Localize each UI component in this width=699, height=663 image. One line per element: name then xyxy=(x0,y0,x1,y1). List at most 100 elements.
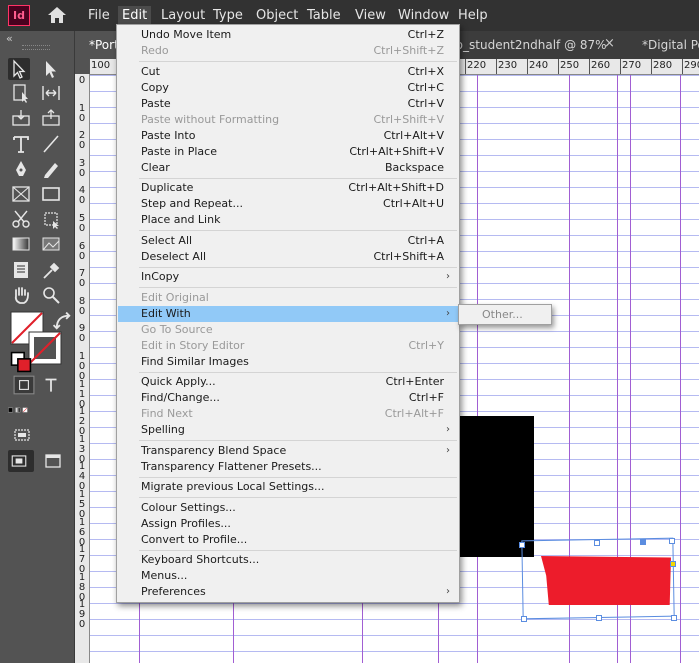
apply-color-buttons[interactable] xyxy=(8,399,70,413)
gradient-swatch-tool-icon[interactable] xyxy=(10,233,32,255)
menu-item-colour-settings[interactable]: Colour Settings... xyxy=(118,500,458,516)
zoom-tool-icon[interactable] xyxy=(40,284,62,306)
menu-table[interactable]: Table xyxy=(303,6,345,25)
content-collector-icon[interactable] xyxy=(10,107,32,129)
page-tool-icon[interactable] xyxy=(10,82,32,104)
menu-item-paste[interactable]: Paste Ctrl+V xyxy=(118,96,458,112)
eyedropper-tool-icon[interactable] xyxy=(40,259,62,281)
menu-edit[interactable]: Edit xyxy=(118,6,152,25)
menu-item-deselect-all[interactable]: Deselect All Ctrl+Shift+A xyxy=(118,249,458,265)
collapse-panel-icon[interactable]: « xyxy=(6,32,13,45)
selection-handle[interactable] xyxy=(670,561,676,567)
content-placer-icon[interactable] xyxy=(40,107,62,129)
selection-handle[interactable] xyxy=(519,542,525,548)
menu-object[interactable]: Object xyxy=(252,6,302,25)
tab-portfolio-student[interactable]: lio_student2ndhalf @ 87% xyxy=(447,31,611,59)
submenu-item-other[interactable]: Other... xyxy=(463,307,547,322)
hand-tool-icon[interactable] xyxy=(10,284,32,306)
menu-window[interactable]: Window xyxy=(394,6,453,25)
menu-item-label: Clear xyxy=(141,160,170,174)
menu-item-find-change[interactable]: Find/Change... Ctrl+F xyxy=(118,390,458,406)
panel-grip[interactable] xyxy=(22,45,50,50)
menu-item-shortcut: Ctrl+F xyxy=(408,391,444,404)
home-icon[interactable] xyxy=(45,4,69,26)
selection-handle[interactable] xyxy=(596,615,602,621)
menu-item-copy[interactable]: Copy Ctrl+C xyxy=(118,80,458,96)
selection-handle[interactable] xyxy=(640,539,646,545)
menu-item-find-similar-images[interactable]: Find Similar Images xyxy=(118,354,458,370)
menu-item-assign-profiles[interactable]: Assign Profiles... xyxy=(118,516,458,532)
pen-tool-icon[interactable] xyxy=(10,158,32,180)
rectangle-tool-icon[interactable] xyxy=(40,183,62,205)
menu-item-go-to-source[interactable]: Go To Source xyxy=(118,322,458,338)
direct-selection-tool-icon[interactable] xyxy=(40,58,62,80)
menu-item-undo-move-item[interactable]: Undo Move Item Ctrl+Z xyxy=(118,27,458,43)
menu-type[interactable]: Type xyxy=(209,6,247,25)
menu-file[interactable]: File xyxy=(84,6,114,25)
menu-view[interactable]: View xyxy=(351,6,390,25)
menu-separator xyxy=(139,266,457,268)
menu-item-transparency-flattener-presets[interactable]: Transparency Flattener Presets... xyxy=(118,459,458,475)
vertical-ruler-label: 1 6 0 xyxy=(78,516,86,548)
formatting-container-icon[interactable] xyxy=(13,374,35,395)
menu-item-paste-into[interactable]: Paste Into Ctrl+Alt+V xyxy=(118,128,458,144)
selection-handle[interactable] xyxy=(521,616,527,622)
menu-item-edit-in-story-editor[interactable]: Edit in Story Editor Ctrl+Y xyxy=(118,338,458,354)
stroke-swatch[interactable] xyxy=(28,331,62,365)
menu-layout[interactable]: Layout xyxy=(157,6,209,25)
screen-mode-icon[interactable] xyxy=(12,424,34,442)
menu-item-preferences[interactable]: Preferences › xyxy=(118,584,458,600)
rectangle-frame-tool-icon[interactable] xyxy=(10,183,32,205)
gap-tool-icon[interactable] xyxy=(40,82,62,104)
default-fill-stroke-icon[interactable] xyxy=(10,351,32,373)
free-transform-tool-icon[interactable] xyxy=(40,208,62,230)
tab-digital[interactable]: *Digital Po xyxy=(630,31,699,59)
menu-item-clear[interactable]: Clear Backspace xyxy=(118,160,458,176)
menu-item-redo[interactable]: Redo Ctrl+Shift+Z xyxy=(118,43,458,59)
formatting-text-icon[interactable] xyxy=(40,374,60,392)
menu-item-paste-in-place[interactable]: Paste in Place Ctrl+Alt+Shift+V xyxy=(118,144,458,160)
selection-tool-icon[interactable] xyxy=(8,58,30,80)
menu-item-incopy[interactable]: InCopy › xyxy=(118,269,458,285)
menu-item-shortcut: Ctrl+X xyxy=(407,64,444,78)
selection-bounding-box[interactable] xyxy=(521,537,675,620)
menu-item-menus[interactable]: Menus... xyxy=(118,568,458,584)
menu-item-cut[interactable]: Cut Ctrl+X xyxy=(118,64,458,80)
menu-item-quick-apply[interactable]: Quick Apply... Ctrl+Enter xyxy=(118,374,458,390)
type-tool-icon[interactable] xyxy=(10,133,32,155)
vertical-ruler[interactable]: 01 02 03 04 05 06 07 08 09 01 0 01 1 01 … xyxy=(75,74,90,663)
note-tool-icon[interactable] xyxy=(10,259,32,281)
tab-close-icon[interactable]: × xyxy=(604,31,615,57)
menu-item-place-and-link[interactable]: Place and Link xyxy=(118,212,458,228)
selection-handle[interactable] xyxy=(594,540,600,546)
menu-item-select-all[interactable]: Select All Ctrl+A xyxy=(118,233,458,249)
selection-handle[interactable] xyxy=(669,538,675,544)
preview-view-icon[interactable] xyxy=(42,450,64,472)
menu-item-label: Migrate previous Local Settings... xyxy=(141,480,325,493)
menu-item-convert-to-profile[interactable]: Convert to Profile... xyxy=(118,532,458,548)
menu-item-migrate-previous-local-settings[interactable]: Migrate previous Local Settings... xyxy=(118,479,458,495)
menu-item-shortcut: Ctrl+Alt+Shift+V xyxy=(349,144,444,158)
menu-item-transparency-blend-space[interactable]: Transparency Blend Space › xyxy=(118,443,458,459)
tab-portfolio[interactable]: *Port xyxy=(75,31,117,59)
menu-item-keyboard-shortcuts[interactable]: Keyboard Shortcuts... xyxy=(118,552,458,568)
menu-item-find-next[interactable]: Find Next Ctrl+Alt+F xyxy=(118,406,458,422)
menu-help[interactable]: Help xyxy=(454,6,492,25)
normal-view-icon[interactable] xyxy=(8,450,34,472)
scissors-tool-icon[interactable] xyxy=(10,208,32,230)
menu-item-duplicate[interactable]: Duplicate Ctrl+Alt+Shift+D xyxy=(118,180,458,196)
selection-handle[interactable] xyxy=(671,615,677,621)
gradient-feather-tool-icon[interactable] xyxy=(40,233,62,255)
vertical-ruler-label: 1 7 0 xyxy=(78,544,86,576)
menu-item-edit-with[interactable]: Edit With › xyxy=(118,305,458,322)
menu-item-spelling[interactable]: Spelling › xyxy=(118,422,458,438)
menu-item-step-and-repeat[interactable]: Step and Repeat... Ctrl+Alt+U xyxy=(118,196,458,212)
menu-item-label: Go To Source xyxy=(141,322,213,336)
menu-item-edit-original[interactable]: Edit Original xyxy=(118,290,458,306)
menu-item-paste-without-formatting[interactable]: Paste without Formatting Ctrl+Shift+V xyxy=(118,112,458,128)
line-tool-icon[interactable] xyxy=(40,133,62,155)
pencil-tool-icon[interactable] xyxy=(40,158,62,180)
ruler-tick: 250 xyxy=(558,59,580,74)
menu-item-label: Edit With xyxy=(141,306,191,320)
swap-fill-stroke-icon[interactable] xyxy=(52,311,71,330)
